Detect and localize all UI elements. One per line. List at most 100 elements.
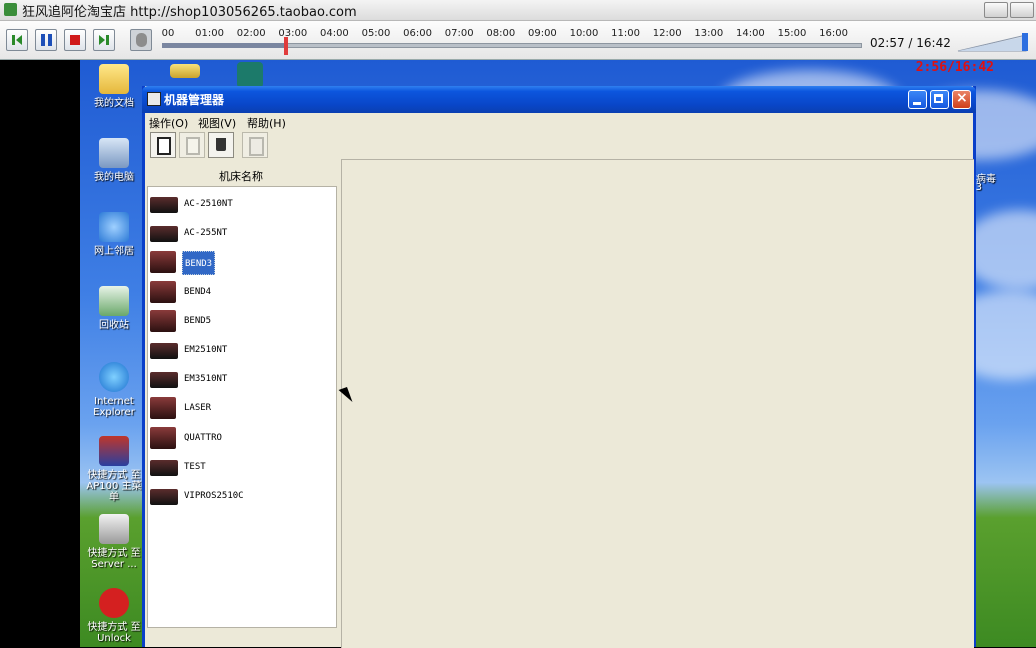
machine-icon [150,343,178,359]
machine-icon [150,397,176,420]
computer-icon [99,138,129,168]
desktop-icon-network[interactable]: 网上邻居 [84,212,144,257]
timeline-tick-label: 10:00 [569,28,599,39]
minimize-icon [913,102,921,105]
stop-sign-icon [99,588,129,618]
player-toolbar: 00 01:00 02:00 03:00 04:00 05:00 06:00 07:00 08:… [0,21,1036,60]
timeline-tick-label: 06:00 [403,28,433,39]
desktop-icon-my-documents[interactable]: 我的文档 [84,64,144,109]
desktop-icon-internet-explorer[interactable]: Internet Explorer [84,362,144,418]
app-icon [237,62,263,88]
machine-icon [150,197,178,213]
webcam-icon [136,33,147,47]
desktop-icon-ap100-shortcut[interactable]: 快捷方式 至 AP100 主菜单 [84,436,144,503]
skip-start-button[interactable] [6,29,28,51]
timeline-tick-label: 12:00 [652,28,682,39]
machine-icon [150,309,176,332]
paste-button[interactable] [179,132,205,158]
player-title: 狂风追阿伦淘宝店 http://shop103056265.taobao.com [22,5,357,20]
menu-help[interactable]: 帮助(H) [247,115,286,131]
machine-manager-window: 机器管理器 × 操作(O) 视图(V) 帮助(H) 机床名称 AC-2510NT… [142,86,976,648]
machine-tree[interactable]: AC-2510NT AC-255NT BEND3 BEND4 BEND5 EM2510NT… [147,186,337,628]
tree-column-header[interactable]: 机床名称 [147,168,335,186]
minimize-button[interactable] [984,2,1008,18]
machine-label: AC-255NT [184,228,228,239]
content-panel [341,159,974,648]
window-titlebar[interactable]: 机器管理器 × [142,86,976,113]
timeline-tick-label: 01:00 [195,28,225,39]
window-maximize-button[interactable] [930,90,949,109]
menubar: 操作(O) 视图(V) 帮助(H) [145,113,973,131]
player-titlebar: 狂风追阿伦淘宝店 http://shop103056265.taobao.com [0,0,1036,21]
skip-start-icon [12,35,15,45]
pause-button[interactable] [35,29,57,51]
timeline-tick-label: 03:00 [278,28,308,39]
timecode: 02:57 / 16:42 [870,36,951,50]
timeline[interactable]: 00 01:00 02:00 03:00 04:00 05:00 06:00 07:00 08:… [162,28,862,56]
timeline-tick-label: 07:00 [444,28,474,39]
webcam-button[interactable] [130,29,152,51]
volume-handle[interactable] [1022,33,1028,51]
window-minimize-button[interactable] [908,90,927,109]
timeline-tick-label: 16:00 [819,28,849,39]
stop-icon [70,35,80,45]
properties-icon [249,137,264,156]
timeline-playhead[interactable] [283,37,288,55]
timeline-progress [162,43,286,48]
timeline-tick-label: 09:00 [527,28,557,39]
desktop-icon-key[interactable] [170,64,200,82]
window-app-icon [147,92,161,106]
ap100-icon [99,436,129,466]
folder-icon [99,64,129,94]
copy-button[interactable] [150,132,176,158]
network-icon [99,212,129,242]
machine-label: EM3510NT [184,374,228,385]
machine-label: BEND4 [184,286,212,297]
menu-view[interactable]: 视图(V) [198,115,236,131]
pause-icon [41,34,45,46]
internet-explorer-icon [99,362,129,392]
machine-label: EM2510NT [184,345,228,355]
timeline-tick-label: 08:00 [486,28,516,39]
desktop-icon-my-computer[interactable]: 我的电脑 [84,138,144,183]
machine-icon [150,459,178,476]
timeline-tick-label: 15:00 [777,28,807,39]
timeline-tick-label: 02:00 [236,28,266,39]
maximize-button[interactable] [1010,2,1034,18]
maximize-icon [934,94,943,103]
close-icon: × [956,90,968,106]
window-close-button[interactable]: × [952,90,971,109]
properties-button[interactable] [242,132,268,158]
timeline-tick-label: 04:00 [319,28,349,39]
menu-operation[interactable]: 操作(O) [149,115,188,131]
skip-end-button[interactable] [93,29,115,51]
timeline-tick-label: 05:00 [361,28,391,39]
timeline-tick-label: 00 [161,28,175,39]
desktop-icon-recycle-bin[interactable]: 回收站 [84,286,144,331]
delete-button[interactable] [208,132,234,158]
timeline-tick-label: 14:00 [735,28,765,39]
window-title: 机器管理器 [164,93,225,107]
machine-label: LASER [184,403,212,414]
recycle-bin-icon [99,286,129,316]
machine-icon [150,280,176,303]
stop-button[interactable] [64,29,86,51]
machine-label: QUATTRO [184,432,222,443]
machine-icon [150,372,178,389]
recording-time-overlay: 2:56/16:42 [915,60,994,75]
server-icon [99,514,129,544]
key-icon [170,64,200,78]
machine-label: BEND5 [184,315,212,326]
trash-icon [216,138,226,151]
machine-label: VIPROS2510C [184,491,244,501]
copy-icon [157,137,171,155]
timeline-tick-label: 11:00 [611,28,641,39]
timeline-tick-label: 13:00 [694,28,724,39]
skip-end-icon [99,35,105,45]
machine-icon [150,489,178,505]
desktop-icon-unlock-shortcut[interactable]: 快捷方式 至 Unlock [84,588,144,644]
machine-icon [150,251,176,274]
machine-label: TEST [184,461,206,472]
volume-slider[interactable] [956,31,1030,53]
desktop-icon-server-shortcut[interactable]: 快捷方式 至 Server ... [84,514,144,570]
